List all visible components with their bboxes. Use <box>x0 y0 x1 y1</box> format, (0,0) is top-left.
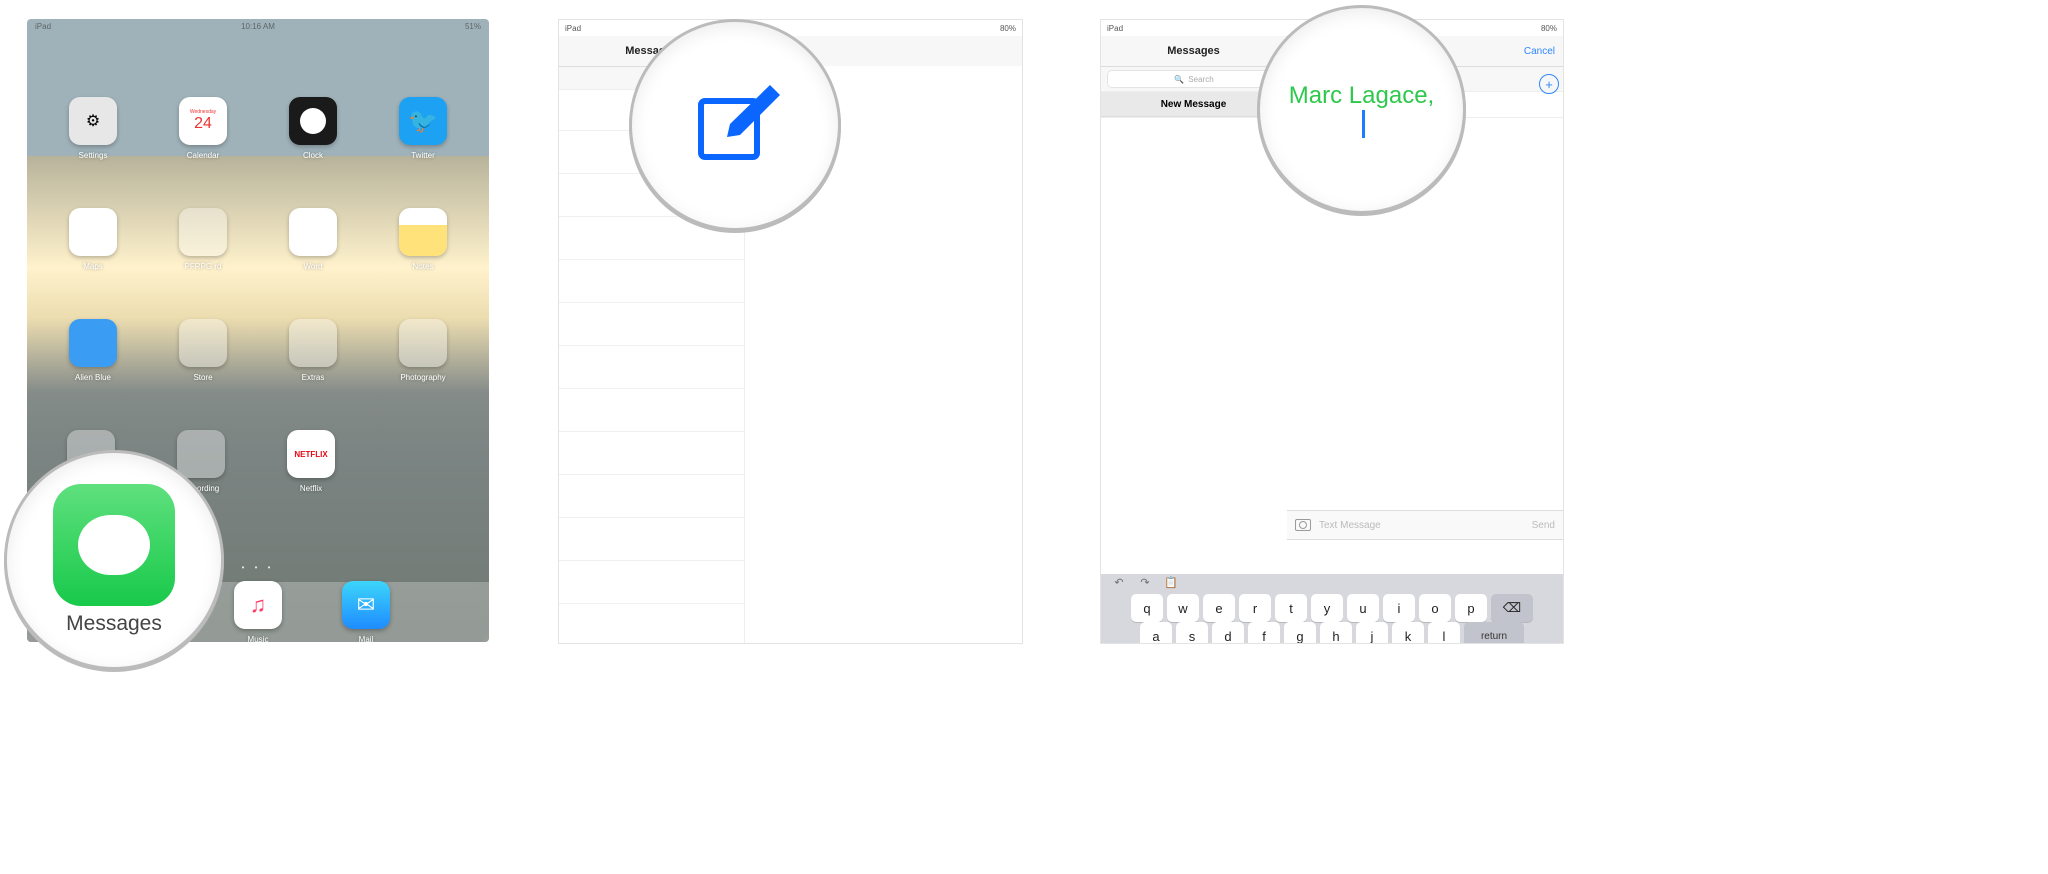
clock-icon <box>300 108 326 134</box>
search-icon: 🔍 <box>1174 75 1184 84</box>
key-j[interactable]: j <box>1356 622 1388 644</box>
app-maps[interactable]: Maps <box>67 208 119 271</box>
camera-icon[interactable] <box>1295 519 1311 531</box>
app-calendar[interactable]: Wednesday24Calendar <box>177 97 229 160</box>
status-battery: 51% <box>465 22 481 31</box>
app-clock[interactable]: Clock <box>287 97 339 160</box>
undo-icon[interactable]: ↶ <box>1111 574 1127 590</box>
key-r[interactable]: r <box>1239 594 1271 622</box>
key-g[interactable]: g <box>1284 622 1316 644</box>
key-h[interactable]: h <box>1320 622 1352 644</box>
app-settings[interactable]: ⚙︎Settings <box>67 97 119 160</box>
key-p[interactable]: p <box>1455 594 1487 622</box>
key-d[interactable]: d <box>1212 622 1244 644</box>
status-bar: iPad 80% <box>559 20 1022 36</box>
recipient-chip[interactable]: Marc Lagace, <box>1289 82 1434 110</box>
send-button[interactable]: Send <box>1532 520 1555 531</box>
app-netflix[interactable]: NETFLIXNetflix <box>285 430 337 493</box>
folder-store[interactable]: Store <box>177 319 229 382</box>
keyboard-toolbar: ↶ ↷ 📋 <box>1101 574 1563 590</box>
app-twitter[interactable]: 🐦Twitter <box>397 97 449 160</box>
app-pfrpg[interactable]: PFRPG rd <box>177 208 229 271</box>
folder-photography[interactable]: Photography <box>397 319 449 382</box>
twitter-icon: 🐦 <box>408 107 438 136</box>
key-e[interactable]: e <box>1203 594 1235 622</box>
key-u[interactable]: u <box>1347 594 1379 622</box>
key-k[interactable]: k <box>1392 622 1424 644</box>
status-device: iPad <box>35 22 51 31</box>
key-l[interactable]: l <box>1428 622 1460 644</box>
key-s[interactable]: s <box>1176 622 1208 644</box>
search-input[interactable]: 🔍 Search <box>1107 70 1281 88</box>
key-f[interactable]: f <box>1248 622 1280 644</box>
ipad-keyboard: ↶ ↷ 📋 qwertyuiop⌫ asdfghjklreturn ⇧zxcvb… <box>1101 574 1563 643</box>
app-music[interactable]: ♫Music <box>232 581 284 643</box>
callout-messages-app: Messages <box>4 450 224 670</box>
messages-title: Messages <box>1167 45 1220 57</box>
folder-extras[interactable]: Extras <box>287 319 339 382</box>
return-key[interactable]: return <box>1464 622 1524 644</box>
status-bar: iPad 10:16 AM 51% <box>27 19 489 33</box>
speech-bubble-icon <box>78 515 150 575</box>
add-contact-button[interactable]: + <box>1539 74 1559 94</box>
status-time: 10:16 AM <box>241 22 275 31</box>
app-word[interactable]: Word <box>287 208 339 271</box>
key-a[interactable]: a <box>1140 622 1172 644</box>
backspace-key[interactable]: ⌫ <box>1491 594 1533 622</box>
messages-app-label: Messages <box>66 612 162 636</box>
callout-recipient-field: Marc Lagace, <box>1257 5 1466 214</box>
key-t[interactable]: t <box>1275 594 1307 622</box>
key-y[interactable]: y <box>1311 594 1343 622</box>
redo-icon[interactable]: ↷ <box>1137 574 1153 590</box>
app-notes[interactable]: Notes <box>397 208 449 271</box>
gear-icon: ⚙︎ <box>86 111 100 131</box>
callout-compose-button <box>629 19 841 231</box>
message-input-bar: Text Message Send <box>1287 510 1563 540</box>
key-w[interactable]: w <box>1167 594 1199 622</box>
messages-app-icon[interactable] <box>53 484 175 606</box>
message-text-input[interactable]: Text Message <box>1319 520 1524 531</box>
paste-icon[interactable]: 📋 <box>1163 574 1179 590</box>
app-alienblue[interactable]: Alien Blue <box>67 319 119 382</box>
key-q[interactable]: q <box>1131 594 1163 622</box>
text-cursor <box>1362 110 1365 138</box>
cancel-button[interactable]: Cancel <box>1524 46 1555 57</box>
key-o[interactable]: o <box>1419 594 1451 622</box>
key-i[interactable]: i <box>1383 594 1415 622</box>
compose-icon[interactable] <box>685 75 785 175</box>
app-mail[interactable]: ✉︎Mail <box>340 581 392 643</box>
